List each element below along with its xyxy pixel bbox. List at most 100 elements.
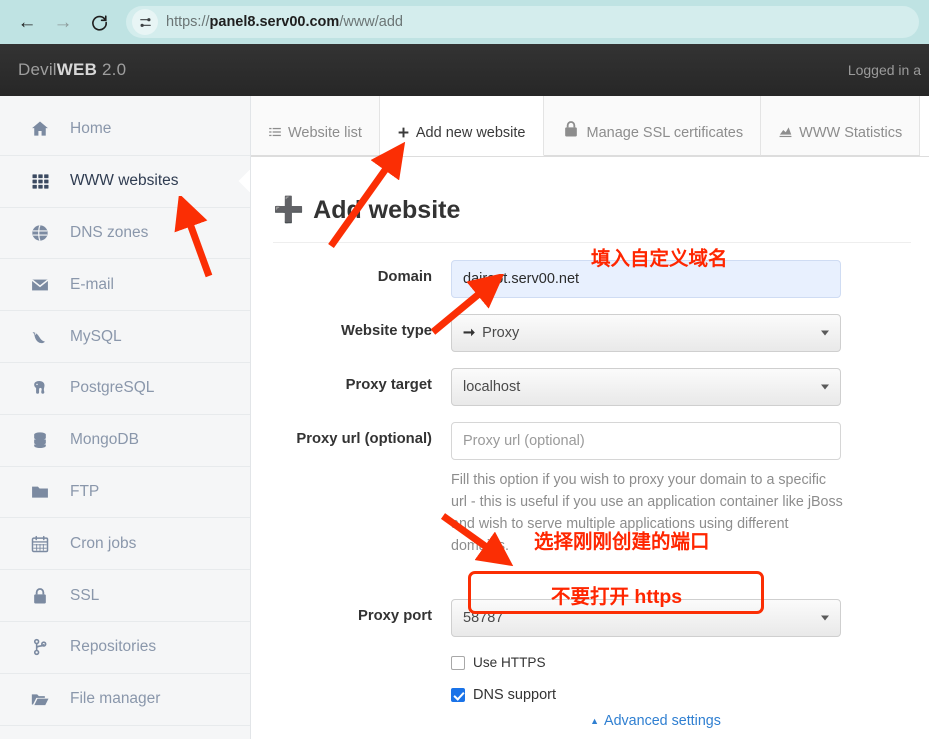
browser-toolbar: ← → https://panel8.serv00.com/www/add — [0, 0, 929, 44]
sidebar-item-mysql[interactable]: MySQL — [0, 311, 250, 363]
sidebar-item-e-mail[interactable]: E-mail — [0, 259, 250, 311]
tab-manage-ssl-certificates[interactable]: Manage SSL certificates — [544, 96, 762, 156]
url-scheme: https:// — [166, 14, 210, 30]
proxy-url-input[interactable]: Proxy url (optional) — [451, 422, 841, 460]
domain-input[interactable]: dairoot.serv00.net — [451, 260, 841, 298]
url-text: https://panel8.serv00.com/www/add — [166, 14, 403, 30]
sidebar-item-label: MongoDB — [70, 431, 139, 449]
sidebar-item-ssl[interactable]: SSL — [0, 570, 250, 622]
sidebar-item-home[interactable]: Home — [0, 104, 250, 156]
sidebar-item-label: SSL — [70, 587, 99, 605]
add-website-form: Domain dairoot.serv00.net Website type ➞… — [251, 243, 929, 739]
sidebar-item-label: FTP — [70, 483, 99, 501]
dns-support-spacer — [251, 687, 451, 696]
list-icon — [268, 125, 282, 141]
use-https-checkbox[interactable] — [451, 656, 465, 670]
field-domain: Domain dairoot.serv00.net — [251, 260, 929, 298]
arrow-right-icon: ➞ — [463, 325, 475, 341]
chevron-down-icon — [821, 616, 829, 621]
field-proxy-target: Proxy target localhost — [251, 368, 929, 406]
site-settings-icon[interactable] — [132, 9, 158, 35]
sidebar-item-label: Repositories — [70, 638, 156, 656]
forward-arrow-icon[interactable]: → — [46, 5, 80, 39]
page-title: ➕ Add website — [251, 174, 929, 225]
use-https-label: Use HTTPS — [473, 655, 546, 670]
sidebar-item-label: Cron jobs — [70, 535, 136, 553]
tab-www-statistics[interactable]: WWW Statistics — [761, 96, 920, 156]
proxy-port-select[interactable]: 58787 — [451, 599, 841, 637]
tab-label: Add new website — [416, 125, 526, 141]
folder-icon — [28, 480, 52, 504]
caret-up-icon: ▲ — [590, 716, 599, 726]
proxy-url-label: Proxy url (optional) — [251, 422, 451, 447]
url-path: /www/add — [339, 14, 403, 30]
lock-icon — [561, 119, 581, 141]
globe-icon — [28, 221, 52, 245]
sidebar-item-label: MySQL — [70, 328, 122, 346]
envelope-icon — [28, 273, 52, 297]
grid-icon — [28, 169, 52, 193]
use-https-checkbox-row[interactable]: Use HTTPS — [451, 655, 841, 670]
open-folder-icon — [28, 687, 52, 711]
brand-prefix: Devil — [18, 60, 57, 79]
home-icon — [28, 117, 52, 141]
sidebar-item-label: File manager — [70, 690, 160, 708]
app-brand[interactable]: DevilWEB 2.0 — [18, 60, 126, 80]
dns-support-checkbox[interactable] — [451, 688, 465, 702]
dolphin-icon — [28, 325, 52, 349]
page-title-text: Add website — [313, 196, 460, 225]
url-host: panel8.serv00.com — [210, 14, 340, 30]
logged-in-status: Logged in a — [848, 62, 921, 78]
tab-label: WWW Statistics — [799, 125, 902, 141]
back-arrow-icon[interactable]: ← — [10, 5, 44, 39]
calendar-icon — [28, 532, 52, 556]
address-bar[interactable]: https://panel8.serv00.com/www/add — [126, 6, 919, 38]
website-type-value: Proxy — [482, 325, 519, 341]
sidebar-item-file-manager[interactable]: File manager — [0, 674, 250, 726]
field-proxy-port: Proxy port 58787 — [251, 599, 929, 637]
tab-label: Website list — [288, 125, 362, 141]
brand-bold: WEB — [57, 60, 97, 79]
tab-bar: Website list Add new website Manage SSL ce… — [251, 96, 929, 157]
tab-label: Manage SSL certificates — [587, 125, 744, 141]
branch-icon — [28, 635, 52, 659]
proxy-port-label: Proxy port — [251, 599, 451, 624]
website-type-label: Website type — [251, 314, 451, 339]
website-type-select[interactable]: ➞ Proxy — [451, 314, 841, 352]
lock-icon — [28, 584, 52, 608]
sidebar-item-repositories[interactable]: Repositories — [0, 622, 250, 674]
chevron-down-icon — [821, 384, 829, 389]
field-proxy-url: Proxy url (optional) Proxy url (optional… — [251, 422, 929, 558]
sidebar-item-label: Home — [70, 120, 111, 138]
proxy-target-select[interactable]: localhost — [451, 368, 841, 406]
sidebar-item-mongodb[interactable]: MongoDB — [0, 415, 250, 467]
page-body: Home WWW websites DNS zones E-mail MySQL Post… — [0, 96, 929, 739]
advanced-settings-link[interactable]: ▲ Advanced settings — [451, 713, 841, 729]
plus-icon: ➕ — [273, 196, 304, 225]
sidebar-item-label: DNS zones — [70, 224, 148, 242]
proxy-target-value: localhost — [463, 379, 520, 395]
use-https-spacer — [251, 655, 451, 664]
brand-version: 2.0 — [97, 60, 126, 79]
app-header: DevilWEB 2.0 Logged in a — [0, 44, 929, 96]
tab-add-new-website[interactable]: Add new website — [380, 96, 544, 156]
field-dns-support: DNS support — [251, 687, 929, 703]
dns-support-checkbox-row[interactable]: DNS support — [451, 687, 841, 703]
sidebar-item-label: WWW websites — [70, 172, 179, 190]
sidebar: Home WWW websites DNS zones E-mail MySQL Post… — [0, 96, 251, 739]
advanced-settings-label: Advanced settings — [604, 713, 721, 729]
reload-icon[interactable] — [82, 5, 116, 39]
elephant-icon — [28, 376, 52, 400]
sidebar-item-cron-jobs[interactable]: Cron jobs — [0, 518, 250, 570]
dns-support-label: DNS support — [473, 687, 556, 703]
tab-website-list[interactable]: Website list — [251, 96, 380, 156]
sidebar-item-www-websites[interactable]: WWW websites — [0, 156, 250, 208]
sidebar-item-dns-zones[interactable]: DNS zones — [0, 208, 250, 260]
active-indicator-icon — [238, 169, 251, 193]
sidebar-item-label: PostgreSQL — [70, 379, 154, 397]
proxy-port-value: 58787 — [463, 610, 503, 626]
plus-icon — [397, 126, 410, 141]
sidebar-item-postgresql[interactable]: PostgreSQL — [0, 363, 250, 415]
sidebar-item-ftp[interactable]: FTP — [0, 467, 250, 519]
proxy-url-help: Fill this option if you wish to proxy yo… — [451, 469, 843, 558]
